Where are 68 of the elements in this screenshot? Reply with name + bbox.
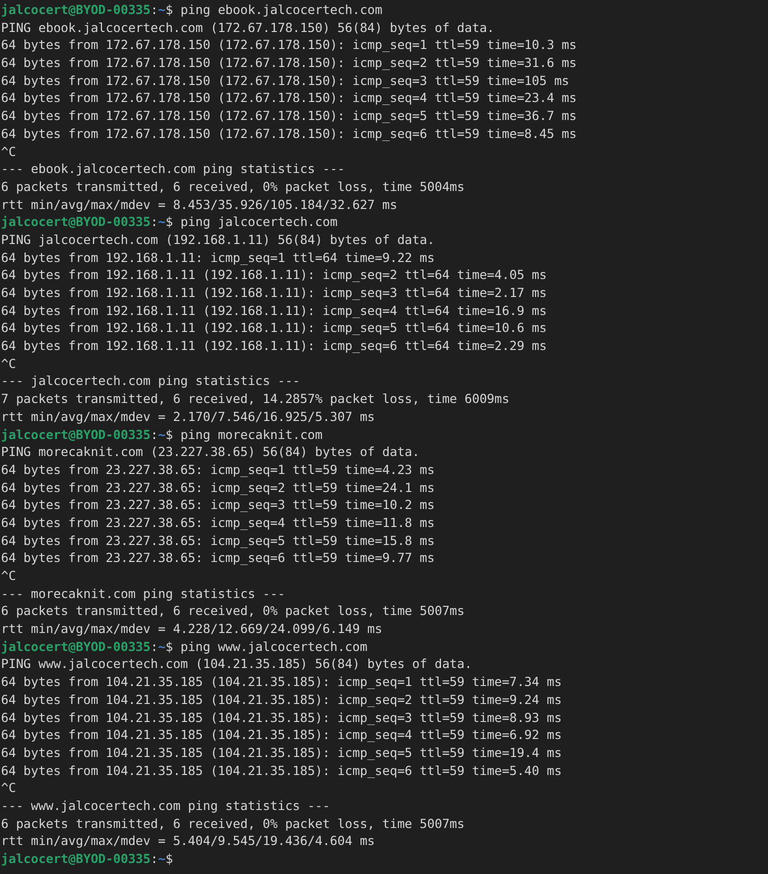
command-text: ping ebook.jalcocertech.com bbox=[180, 2, 382, 17]
output-line: 6 packets transmitted, 6 received, 0% packet loss, time 5007ms bbox=[1, 814, 466, 832]
output-line: 64 bytes from 104.21.35.185 (104.21.35.185): icmp_seq=6 ttl=59 time=5.40 ms bbox=[1, 762, 563, 780]
output-line: 7 packets transmitted, 6 received, 14.2857% packet loss, time 6009ms bbox=[1, 390, 510, 408]
output-line: 64 bytes from 192.168.1.11 (192.168.1.11): icmp_seq=6 ttl=64 time=2.29 ms bbox=[1, 337, 548, 355]
prompt-symbol: $ bbox=[165, 851, 173, 866]
output-line: --- www.jalcocertech.com ping statistics --- bbox=[1, 796, 331, 815]
output-line: 64 bytes from 192.168.1.11 (192.168.1.11): icmp_seq=3 ttl=64 time=2.17 ms bbox=[1, 284, 548, 302]
output-line: 64 bytes from 172.67.178.150 (172.67.178.150): icmp_seq=1 ttl=59 time=10.3 ms bbox=[1, 36, 578, 54]
output-line: rtt min/avg/max/mdev = 2.170/7.546/16.925/5.307 ms bbox=[1, 408, 376, 426]
output-line: 64 bytes from 172.67.178.150 (172.67.178.150): icmp_seq=2 ttl=59 time=31.6 ms bbox=[1, 54, 578, 72]
output-line: ^C bbox=[1, 354, 17, 372]
output-line: 64 bytes from 104.21.35.185 (104.21.35.185): icmp_seq=4 ttl=59 time=6.92 ms bbox=[1, 726, 563, 744]
prompt-symbol: $ bbox=[165, 2, 173, 17]
prompt-symbol: $ bbox=[165, 214, 173, 230]
output-line: ^C bbox=[1, 142, 17, 160]
prompt-user-host: jalcocert@BYOD-00335 bbox=[1, 2, 151, 17]
output-line: 6 packets transmitted, 6 received, 0% packet loss, time 5007ms bbox=[1, 602, 466, 620]
prompt-path: ~ bbox=[158, 2, 166, 17]
prompt-separator: : bbox=[150, 426, 158, 442]
prompt-path: ~ bbox=[158, 851, 166, 866]
output-line: 64 bytes from 192.168.1.11 (192.168.1.11): icmp_seq=5 ttl=64 time=10.6 ms bbox=[1, 319, 548, 338]
command-text: ping jalcocertech.com bbox=[180, 214, 338, 230]
prompt-user-host: jalcocert@BYOD-00335 bbox=[1, 426, 151, 442]
output-line: 64 bytes from 172.67.178.150 (172.67.178.150): icmp_seq=3 ttl=59 time=105 ms bbox=[1, 72, 570, 90]
output-line: 64 bytes from 192.168.1.11 (192.168.1.11): icmp_seq=2 ttl=64 time=4.05 ms bbox=[1, 266, 548, 284]
prompt-user-host: jalcocert@BYOD-00335 bbox=[1, 638, 151, 654]
output-line: 64 bytes from 104.21.35.185 (104.21.35.185): icmp_seq=5 ttl=59 time=19.4 ms bbox=[1, 744, 563, 762]
command-text: ping morecaknit.com bbox=[180, 426, 322, 442]
output-line: ^C bbox=[1, 567, 17, 585]
output-line: rtt min/avg/max/mdev = 5.404/9.545/19.436/4.604 ms bbox=[1, 832, 376, 850]
prompt-separator: : bbox=[150, 214, 158, 230]
output-line: 6 packets transmitted, 6 received, 0% packet loss, time 5004ms bbox=[1, 178, 466, 196]
output-line: 64 bytes from 172.67.178.150 (172.67.178.150): icmp_seq=4 ttl=59 time=23.4 ms bbox=[1, 89, 578, 108]
output-line: 64 bytes from 104.21.35.185 (104.21.35.185): icmp_seq=3 ttl=59 time=8.93 ms bbox=[1, 708, 563, 726]
output-line: 64 bytes from 23.227.38.65: icmp_seq=1 ttl=59 time=4.23 ms bbox=[1, 460, 436, 479]
output-line: 64 bytes from 104.21.35.185 (104.21.35.185): icmp_seq=1 ttl=59 time=7.34 ms bbox=[1, 673, 563, 691]
output-line: ^C bbox=[1, 779, 17, 797]
prompt-separator: : bbox=[150, 851, 158, 866]
prompt-symbol: $ bbox=[165, 638, 173, 654]
output-line: --- morecaknit.com ping statistics --- bbox=[1, 584, 286, 602]
prompt-separator: : bbox=[150, 638, 158, 654]
prompt-path: ~ bbox=[158, 638, 166, 654]
output-line: 64 bytes from 23.227.38.65: icmp_seq=4 ttl=59 time=11.8 ms bbox=[1, 514, 436, 532]
command-text: ping www.jalcocertech.com bbox=[180, 638, 368, 654]
output-line: rtt min/avg/max/mdev = 4.228/12.669/24.099/6.149 ms bbox=[1, 620, 384, 638]
output-line: PING ebook.jalcocertech.com (172.67.178.150) 56(84) bytes of data. bbox=[1, 18, 496, 36]
output-line: 64 bytes from 172.67.178.150 (172.67.178.150): icmp_seq=6 ttl=59 time=8.45 ms bbox=[1, 124, 578, 142]
output-line: --- ebook.jalcocertech.com ping statistics --- bbox=[1, 160, 346, 178]
output-line: PING www.jalcocertech.com (104.21.35.185) 56(84) bytes of data. bbox=[1, 655, 473, 674]
prompt-separator: : bbox=[150, 2, 158, 17]
prompt-user-host: jalcocert@BYOD-00335 bbox=[1, 214, 151, 230]
output-line: 64 bytes from 104.21.35.185 (104.21.35.185): icmp_seq=2 ttl=59 time=9.24 ms bbox=[1, 690, 563, 708]
prompt-path: ~ bbox=[158, 214, 166, 230]
output-line: rtt min/avg/max/mdev = 8.453/35.926/105.184/32.627 ms bbox=[1, 196, 398, 214]
output-line: 64 bytes from 192.168.1.11: icmp_seq=1 ttl=64 time=9.22 ms bbox=[1, 248, 436, 266]
prompt-symbol: $ bbox=[165, 426, 173, 442]
output-line: 64 bytes from 23.227.38.65: icmp_seq=5 ttl=59 time=15.8 ms bbox=[1, 532, 436, 550]
output-line: PING jalcocertech.com (192.168.1.11) 56(84) bytes of data. bbox=[1, 230, 436, 249]
output-line: 64 bytes from 192.168.1.11 (192.168.1.11): icmp_seq=4 ttl=64 time=16.9 ms bbox=[1, 302, 548, 320]
output-line: --- jalcocertech.com ping statistics --- bbox=[1, 372, 302, 390]
prompt-path: ~ bbox=[158, 426, 166, 442]
output-line: 64 bytes from 23.227.38.65: icmp_seq=6 ttl=59 time=9.77 ms bbox=[1, 549, 436, 567]
output-line: 64 bytes from 23.227.38.65: icmp_seq=3 ttl=59 time=10.2 ms bbox=[1, 496, 436, 514]
output-line: PING morecaknit.com (23.227.38.65) 56(84) bytes of data. bbox=[1, 443, 421, 461]
prompt-user-host: jalcocert@BYOD-00335 bbox=[1, 851, 151, 866]
output-line: 64 bytes from 172.67.178.150 (172.67.178.150): icmp_seq=5 ttl=59 time=36.7 ms bbox=[1, 107, 578, 125]
output-line: 64 bytes from 23.227.38.65: icmp_seq=2 ttl=59 time=24.1 ms bbox=[1, 478, 436, 496]
